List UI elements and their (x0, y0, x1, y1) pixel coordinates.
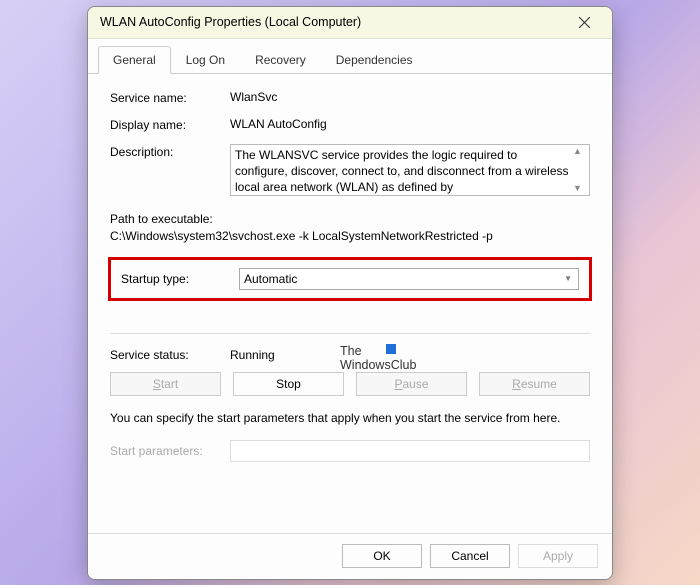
tab-recovery[interactable]: Recovery (240, 46, 321, 74)
service-control-buttons: Start Stop Pause Resume (110, 372, 590, 396)
watermark: The WindowsClub (340, 344, 416, 373)
description-text: The WLANSVC service provides the logic r… (235, 147, 570, 193)
tab-general[interactable]: General (98, 46, 171, 74)
window-title: WLAN AutoConfig Properties (Local Comput… (100, 15, 564, 29)
display-name-value: WLAN AutoConfig (230, 117, 590, 131)
watermark-square-icon (386, 344, 396, 354)
display-name-label: Display name: (110, 117, 230, 132)
start-params-input (230, 440, 590, 462)
path-label: Path to executable: (110, 212, 590, 226)
startup-type-highlight: Startup type: Automatic ▼ (108, 257, 592, 301)
pause-button: Pause (356, 372, 467, 396)
tab-dependencies[interactable]: Dependencies (321, 46, 428, 74)
cancel-button[interactable]: Cancel (430, 544, 510, 568)
description-label: Description: (110, 144, 230, 159)
close-icon (579, 17, 590, 28)
stop-button[interactable]: Stop (233, 372, 344, 396)
service-name-label: Service name: (110, 90, 230, 105)
close-button[interactable] (564, 8, 604, 36)
path-section: Path to executable: C:\Windows\system32\… (110, 212, 590, 243)
start-params-hint: You can specify the start parameters tha… (110, 410, 590, 427)
title-bar: WLAN AutoConfig Properties (Local Comput… (88, 7, 612, 39)
tab-logon[interactable]: Log On (171, 46, 240, 74)
properties-dialog: WLAN AutoConfig Properties (Local Comput… (87, 6, 613, 580)
startup-type-value: Automatic (244, 272, 297, 286)
startup-type-combobox[interactable]: Automatic ▼ (239, 268, 579, 290)
chevron-down-icon: ▼ (564, 274, 572, 283)
tab-content-general: Service name: WlanSvc Display name: WLAN… (88, 74, 612, 533)
start-button: Start (110, 372, 221, 396)
divider (110, 333, 590, 334)
service-name-value: WlanSvc (230, 90, 590, 104)
description-scrollbar[interactable]: ▲ ▼ (570, 147, 585, 193)
dialog-footer: OK Cancel Apply (88, 533, 612, 579)
scroll-up-icon: ▲ (573, 147, 582, 156)
ok-button[interactable]: OK (342, 544, 422, 568)
start-params-label: Start parameters: (110, 444, 222, 458)
description-box: The WLANSVC service provides the logic r… (230, 144, 590, 196)
scroll-down-icon: ▼ (573, 184, 582, 193)
service-status-value: Running (230, 348, 275, 362)
service-status-label: Service status: (110, 348, 230, 362)
resume-button: Resume (479, 372, 590, 396)
startup-type-label: Startup type: (121, 272, 229, 286)
apply-button: Apply (518, 544, 598, 568)
path-value: C:\Windows\system32\svchost.exe -k Local… (110, 229, 590, 243)
tab-strip: General Log On Recovery Dependencies (88, 39, 612, 74)
